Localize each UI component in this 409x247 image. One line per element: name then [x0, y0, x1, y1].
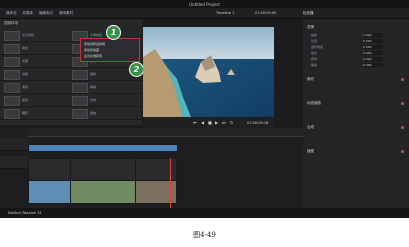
clip-thumbnail	[28, 180, 72, 204]
skip-back-icon[interactable]: ⏮	[193, 120, 197, 125]
effect-thumbnail[interactable]	[72, 70, 88, 80]
keyframe-dot[interactable]	[401, 126, 404, 129]
effect-label[interactable]: 叠化	[22, 46, 28, 50]
effect-label[interactable]: 推移	[90, 72, 96, 76]
effect-row: 滑动 擦除	[0, 81, 142, 94]
effects-header: 视频转场	[4, 21, 18, 25]
effect-label[interactable]: 滑动	[22, 85, 28, 89]
toolbar: 媒体池 效果库 编辑索引 音响素材 Timeline 1 01:00:00:00…	[0, 8, 409, 19]
effect-label[interactable]: 缩放	[90, 111, 96, 115]
title-bar: Untitled Project	[0, 0, 409, 8]
effect-label[interactable]: 划像	[22, 72, 28, 76]
play-reverse-icon[interactable]: ◀	[201, 120, 204, 125]
keyframe-dot[interactable]	[401, 78, 404, 81]
viewer-frame-image	[143, 27, 274, 117]
context-menu-item[interactable]: 添加到所选剪辑	[84, 42, 105, 46]
toolbar-effects-library[interactable]: 效果库	[23, 11, 34, 16]
effect-thumbnail[interactable]	[4, 31, 20, 41]
clip-thumbnail	[70, 180, 137, 204]
inspector-label: 锚点	[311, 51, 318, 55]
app-logo-text: DaVinci Resolve 15	[8, 211, 42, 215]
inspector-value[interactable]: 0.000	[363, 51, 383, 55]
inspector-label: 旋转角度	[311, 45, 324, 49]
effect-thumbnail[interactable]	[72, 109, 88, 119]
toolbar-sound-library[interactable]: 音响素材	[59, 11, 73, 16]
inspector-value[interactable]: 0.000	[363, 45, 383, 49]
effect-row: 划像 推移	[0, 68, 142, 81]
effect-thumbnail[interactable]	[4, 57, 20, 67]
effect-label[interactable]: 擦除	[90, 85, 96, 89]
inspector-section[interactable]: 动态缩放	[307, 101, 321, 106]
davinci-resolve-window: Untitled Project 媒体池 效果库 编辑索引 音响素材 Timel…	[0, 0, 409, 218]
inspector-label: 俯仰	[311, 57, 318, 61]
effect-thumbnail[interactable]	[4, 44, 20, 54]
inspector-section[interactable]: 速度	[307, 149, 314, 154]
figure-caption: 图4-49	[193, 231, 216, 239]
transport-controls: ⏮ ◀ ■ ▶ ⏭ ↻ 01:00:04:16	[143, 118, 274, 128]
context-menu-item[interactable]: 添加到收藏	[84, 48, 99, 52]
viewer-timecode: 01:00:04:16	[247, 121, 269, 125]
effect-thumbnail[interactable]	[4, 83, 20, 93]
keyframe-dot[interactable]	[401, 150, 404, 153]
step-badge-2: 2	[129, 62, 144, 77]
timecode-display: 01:00:00:00	[255, 11, 277, 15]
timeline-ruler[interactable]	[28, 128, 303, 137]
effect-label[interactable]: 光效	[90, 98, 96, 102]
play-icon[interactable]: ▶	[215, 120, 218, 125]
inspector-value[interactable]: 1.000	[363, 33, 383, 37]
context-menu-item[interactable]: 设为标准转场	[84, 54, 102, 58]
audio-clip[interactable]	[28, 144, 178, 152]
inspector-section[interactable]: 变换	[307, 25, 314, 30]
inspector-section[interactable]: 合成	[307, 125, 314, 130]
inspector-panel: 变换 缩放 1.000 位置 0.000 旋转角度 0.000 锚点 0.000…	[303, 19, 409, 218]
inspector-label: 位置	[311, 39, 318, 43]
inspector-value[interactable]: 0.000	[363, 39, 383, 43]
toolbar-edit-index[interactable]: 编辑索引	[39, 11, 53, 16]
effect-thumbnail[interactable]	[72, 83, 88, 93]
keyframe-dot[interactable]	[401, 102, 404, 105]
video-viewer[interactable]	[143, 27, 274, 117]
effect-thumbnail[interactable]	[4, 109, 20, 119]
inspector-label: 偏航	[311, 63, 318, 67]
effects-library-panel: 视频转场 交叉叠化 平滑剪接 叠化 形状 光圈 运动 划像 推移 滑动 擦除 遮…	[0, 19, 142, 125]
effect-label[interactable]: 遮罩	[22, 98, 28, 102]
effect-row: 遮罩 光效	[0, 94, 142, 107]
inspector-value[interactable]: 0.000	[363, 63, 383, 67]
effect-thumbnail[interactable]	[72, 96, 88, 106]
effect-label[interactable]: 翻转	[22, 111, 28, 115]
stop-icon[interactable]: ■	[208, 120, 212, 125]
inspector-tab[interactable]: 检查器	[303, 11, 314, 16]
window-title: Untitled Project	[189, 1, 220, 7]
inspector-value[interactable]: 0.000	[363, 57, 383, 61]
effect-label[interactable]: 交叉叠化	[22, 33, 34, 37]
effect-thumbnail[interactable]	[4, 96, 20, 106]
timeline-panel	[0, 128, 303, 218]
track-header[interactable]	[0, 138, 28, 151]
step-badge-1: 1	[106, 25, 121, 40]
track-header[interactable]	[0, 156, 28, 169]
effect-label[interactable]: 光圈	[22, 59, 28, 63]
inspector-section[interactable]: 裁切	[307, 77, 314, 82]
skip-forward-icon[interactable]: ⏭	[222, 120, 226, 125]
inspector-label: 缩放	[311, 33, 318, 37]
page-navigation-bar: DaVinci Resolve 15	[0, 208, 409, 218]
loop-icon[interactable]: ↻	[230, 120, 233, 125]
toolbar-media-pool[interactable]: 媒体池	[6, 11, 17, 16]
timeline-name[interactable]: Timeline 1	[216, 11, 234, 15]
effect-label[interactable]: 平滑剪接	[90, 33, 102, 37]
effect-thumbnail[interactable]	[4, 70, 20, 80]
effect-row: 翻转 缩放	[0, 107, 142, 120]
context-menu: 添加到所选剪辑 添加到收藏 设为标准转场	[80, 38, 140, 62]
